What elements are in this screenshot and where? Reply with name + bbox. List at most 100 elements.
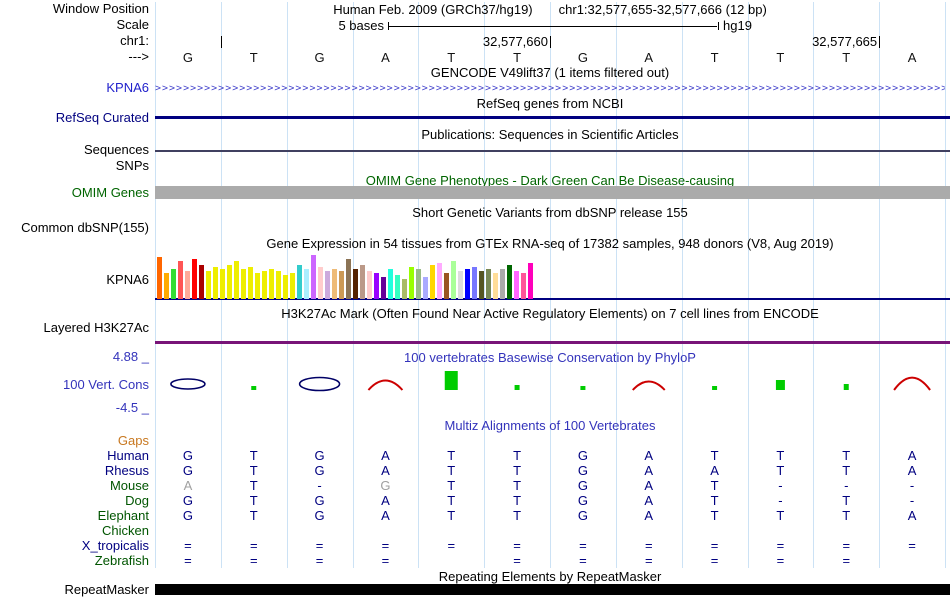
gtex-bar[interactable] bbox=[444, 273, 449, 299]
gtex-bar[interactable] bbox=[521, 273, 526, 299]
species-label-human[interactable]: Human bbox=[0, 449, 149, 463]
gtex-bar[interactable] bbox=[290, 273, 295, 299]
sequence-base: T bbox=[710, 50, 719, 65]
species-label-x_tropicalis[interactable]: X_tropicalis bbox=[0, 539, 149, 553]
gtex-bar[interactable] bbox=[500, 269, 505, 299]
gtex-bar[interactable] bbox=[346, 259, 351, 299]
species-label-rhesus[interactable]: Rhesus bbox=[0, 464, 149, 478]
refseq-curated-label[interactable]: RefSeq Curated bbox=[0, 111, 149, 125]
species-label-elephant[interactable]: Elephant bbox=[0, 509, 149, 523]
gencode-gene-strand-arrows[interactable]: >>>>>>>>>>>>>>>>>>>>>>>>>>>>>>>>>>>>>>>>… bbox=[155, 83, 945, 94]
gtex-bar[interactable] bbox=[353, 269, 358, 299]
gtex-gene-label[interactable]: KPNA6 bbox=[0, 273, 149, 287]
alignment-base: - bbox=[778, 478, 783, 493]
alignment-base: T bbox=[447, 463, 456, 478]
gtex-bar[interactable] bbox=[381, 277, 386, 299]
gtex-bar[interactable] bbox=[276, 271, 281, 299]
gtex-bar[interactable] bbox=[465, 269, 470, 299]
repeatmasker-element-bar[interactable] bbox=[155, 584, 950, 595]
gtex-bar[interactable] bbox=[206, 271, 211, 299]
gtex-bar[interactable] bbox=[479, 271, 484, 299]
h3k27ac-signal-bar[interactable] bbox=[155, 341, 950, 344]
gtex-bar[interactable] bbox=[430, 265, 435, 299]
alignment-base: T bbox=[513, 478, 522, 493]
sequence-base: A bbox=[907, 50, 917, 65]
gtex-bar[interactable] bbox=[262, 271, 267, 299]
sequence-base: G bbox=[182, 50, 193, 65]
species-label-dog[interactable]: Dog bbox=[0, 494, 149, 508]
phylop-track-title: 100 vertebrates Basewise Conservation by… bbox=[404, 350, 696, 365]
gtex-bar[interactable] bbox=[171, 269, 176, 299]
gtex-bar[interactable] bbox=[493, 273, 498, 299]
alignment-base: G bbox=[314, 493, 325, 508]
alignment-base: T bbox=[776, 508, 785, 523]
omim-genes-label[interactable]: OMIM Genes bbox=[0, 186, 149, 200]
gtex-bar[interactable] bbox=[423, 277, 428, 299]
gtex-bar[interactable] bbox=[451, 261, 456, 299]
gtex-bar[interactable] bbox=[318, 267, 323, 299]
repeatmasker-label[interactable]: RepeatMasker bbox=[0, 583, 149, 597]
gtex-bar[interactable] bbox=[374, 273, 379, 299]
gtex-bar[interactable] bbox=[192, 259, 197, 299]
gtex-bar[interactable] bbox=[241, 269, 246, 299]
gencode-gene-label[interactable]: KPNA6 bbox=[0, 81, 149, 95]
refseq-gene-bar[interactable] bbox=[155, 116, 950, 119]
alignment-base: = bbox=[513, 538, 521, 553]
gtex-bar[interactable] bbox=[283, 275, 288, 299]
phylop-min-label: -4.5 _ bbox=[115, 400, 149, 415]
gtex-bar[interactable] bbox=[514, 271, 519, 299]
gtex-bar[interactable] bbox=[255, 273, 260, 299]
sequences-label[interactable]: Sequences bbox=[0, 143, 149, 157]
gtex-bar[interactable] bbox=[472, 267, 477, 299]
gtex-bar[interactable] bbox=[178, 261, 183, 299]
gtex-bar[interactable] bbox=[528, 263, 533, 299]
gtex-bar[interactable] bbox=[311, 255, 316, 299]
gtex-bar[interactable] bbox=[332, 269, 337, 299]
alignment-base: G bbox=[182, 463, 193, 478]
species-label-zebrafish[interactable]: Zebrafish bbox=[0, 554, 149, 568]
sequence-base: T bbox=[447, 50, 456, 65]
gtex-bar[interactable] bbox=[388, 269, 393, 299]
gtex-bar[interactable] bbox=[164, 273, 169, 299]
gtex-bar[interactable] bbox=[234, 261, 239, 299]
gtex-bar[interactable] bbox=[213, 267, 218, 299]
gtex-bar[interactable] bbox=[199, 265, 204, 299]
alignment-base: T bbox=[513, 508, 522, 523]
gtex-bar[interactable] bbox=[409, 267, 414, 299]
gtex-bar[interactable] bbox=[157, 257, 162, 299]
sequences-track-bar[interactable] bbox=[155, 150, 950, 152]
gtex-bar[interactable] bbox=[269, 269, 274, 299]
common-dbsnp-label[interactable]: Common dbSNP(155) bbox=[0, 221, 149, 235]
alignment-base: T bbox=[249, 493, 258, 508]
alignment-base: - bbox=[317, 478, 322, 493]
alignment-base: = bbox=[315, 553, 324, 568]
species-label-mouse[interactable]: Mouse bbox=[0, 479, 149, 493]
layered-h3k27ac-label[interactable]: Layered H3K27Ac bbox=[0, 321, 149, 335]
alignment-base: G bbox=[314, 508, 325, 523]
alignment-base: G bbox=[182, 508, 193, 523]
gtex-bar[interactable] bbox=[360, 265, 365, 299]
conservation-glyph bbox=[580, 386, 586, 390]
gtex-bar[interactable] bbox=[304, 269, 309, 299]
gtex-bar[interactable] bbox=[437, 263, 442, 299]
gtex-bar[interactable] bbox=[402, 279, 407, 299]
gaps-label[interactable]: Gaps bbox=[0, 434, 149, 448]
gtex-bar[interactable] bbox=[339, 271, 344, 299]
gtex-bar[interactable] bbox=[416, 269, 421, 299]
gtex-bar[interactable] bbox=[220, 269, 225, 299]
gtex-bar[interactable] bbox=[185, 271, 190, 299]
gtex-bar[interactable] bbox=[325, 271, 330, 299]
gtex-bar[interactable] bbox=[395, 275, 400, 299]
vert-cons-label[interactable]: 100 Vert. Cons bbox=[0, 378, 149, 392]
gtex-bar[interactable] bbox=[367, 271, 372, 299]
gtex-bar[interactable] bbox=[486, 269, 491, 299]
gtex-bar[interactable] bbox=[248, 267, 253, 299]
gtex-bar[interactable] bbox=[458, 271, 463, 299]
omim-gene-bar[interactable] bbox=[155, 186, 950, 199]
alignment-base: - bbox=[909, 493, 915, 508]
gtex-bar[interactable] bbox=[297, 265, 302, 299]
gtex-bar[interactable] bbox=[227, 265, 232, 299]
snps-label[interactable]: SNPs bbox=[0, 159, 149, 173]
species-label-chicken[interactable]: Chicken bbox=[0, 524, 149, 538]
gtex-bar[interactable] bbox=[507, 265, 512, 299]
